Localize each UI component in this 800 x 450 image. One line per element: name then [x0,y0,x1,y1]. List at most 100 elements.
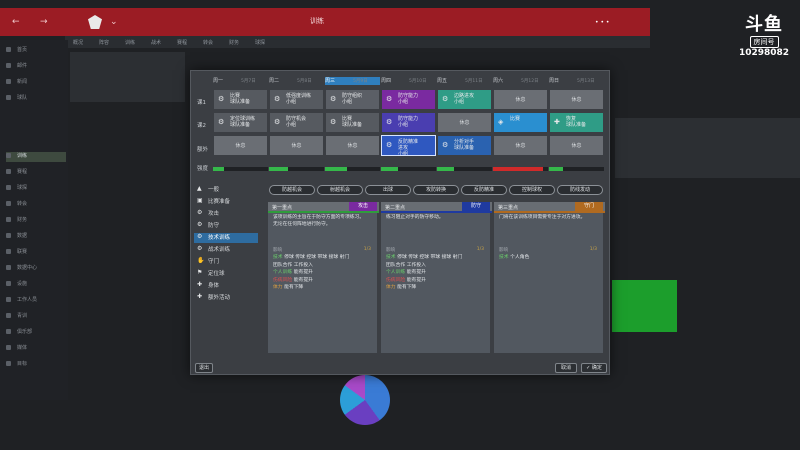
training-schedule-dialog: 周一 5月7日 周二 5月8日 周三 5月9日 周四 5月10日 周五 5月11日 周六 5… [190,70,610,375]
forward-arrow-icon[interactable]: → [40,17,48,27]
sidebar-item[interactable]: 首页 [6,46,66,56]
sidebar-item[interactable]: 数据 [6,232,66,242]
schedule-cell-rest[interactable]: 休息 [325,135,380,156]
schedule-cell-rest[interactable]: 休息 [269,135,324,156]
facility-icon [6,281,11,286]
category-item[interactable]: ⚑ 定位球 [194,269,258,279]
intensity-bar-fill [325,167,347,171]
attr-row: 技术 停球 传球 控球 带球 接球 射门 [386,255,463,260]
panel-tag: 攻击 [349,202,377,211]
sidebar: 首页 邮件 新闻 球队 训练 赛程 球探 转会 财务 数据 联赛 数据中心 设施… [0,40,68,400]
sidebar-item[interactable]: 联赛 [6,248,66,258]
category-item[interactable]: ⚙ 战术训练 [194,245,258,255]
row-label-intensity: 强度 [197,166,209,172]
sidebar-item[interactable]: 媒体 [6,344,66,354]
background-green-panel [612,280,677,332]
schedule-cell-rest[interactable]: 休息 [493,89,548,110]
intensity-bar [213,167,268,171]
subnav-tab[interactable]: 转会 [203,39,213,46]
sidebar-item[interactable]: 俱乐部 [6,328,66,338]
category-item[interactable]: ▣ 比赛准备 [194,197,258,207]
sidebar-item[interactable]: 球探 [6,184,66,194]
drill-button[interactable]: 控制球权 [509,185,555,195]
schedule-cell[interactable]: ⚙ 防守能力 小组 [381,112,436,133]
sidebar-item[interactable]: 转会 [6,200,66,210]
intensity-bar [493,167,548,171]
back-arrow-icon[interactable]: ← [12,17,20,27]
subnav-tab[interactable]: 阵容 [99,39,109,46]
category-item-active[interactable]: ⚙ 技术训练 [194,233,258,243]
intensity-bar-fill [549,167,563,171]
exit-button[interactable]: 退出 [195,363,213,373]
watermark-room-number: 10298082 [738,48,790,58]
schedule-cell[interactable]: ⚙ 比赛 球队准备 [213,89,268,110]
background-panel [70,52,185,102]
schedule-cell-selected[interactable]: ⚙ 反防精准 进攻 小组 [381,135,436,156]
sidebar-item[interactable]: 青训 [6,312,66,322]
youth-icon [6,313,11,318]
category-item[interactable]: ▲ 一般 [194,185,258,195]
intensity-bar [325,167,380,171]
schedule-cell[interactable]: ⚙ 防守能力 小组 [381,89,436,110]
drill-button[interactable]: 防线发动 [557,185,603,195]
schedule-cell-rest[interactable]: 休息 [549,89,604,110]
sidebar-item[interactable]: 邮件 [6,62,66,72]
attr-row: 体力 能有下降 [386,285,417,290]
sidebar-item[interactable]: 球队 [6,94,66,104]
training-icon: ⚙ [274,95,281,103]
schedule-cell-rest[interactable]: 休息 [549,135,604,156]
drill-button[interactable]: 反防精准 [461,185,507,195]
schedule-cell[interactable]: ⚙ 防守组织 小组 [325,89,380,110]
team-icon [6,95,11,100]
subnav-tab[interactable]: 赛程 [177,39,187,46]
schedule-cell[interactable]: ⚙ 低强度训练 小组 [269,89,324,110]
drill-button[interactable]: 攻防转换 [413,185,459,195]
day-header: 周日 5月13日 [549,78,595,84]
sidebar-item[interactable]: 数据中心 [6,264,66,274]
drill-button[interactable]: 出球 [365,185,411,195]
subnav-tab[interactable]: 财务 [229,39,239,46]
subnav-tab[interactable]: 球探 [255,39,265,46]
day-header: 周六 5月12日 [493,78,539,84]
sidebar-item-training[interactable]: 训练 [6,152,66,162]
schedule-cell[interactable]: ⚙ 定位球训练 球队准备 [213,112,268,133]
subnav-tab[interactable]: 战术 [151,39,161,46]
drill-button[interactable]: 射越机会 [317,185,363,195]
row-label-session2: 课2 [197,123,206,129]
category-item[interactable]: ✚ 额外活动 [194,293,258,303]
schedule-cell[interactable]: ⚙ 分析对手 球队准备 [437,135,492,156]
sidebar-item[interactable]: 赛程 [6,168,66,178]
category-item[interactable]: ⚙ 防守 [194,221,258,231]
subnav-tab[interactable]: 概况 [73,39,83,46]
cancel-button[interactable]: 取消 [555,363,577,373]
schedule-cell[interactable]: ⚙ 比赛 球队准备 [325,112,380,133]
schedule-cell-rest[interactable]: 休息 [213,135,268,156]
schedule-cell-rest[interactable]: 休息 [437,112,492,133]
sidebar-item[interactable]: 目标 [6,360,66,370]
panel-strip [381,211,492,213]
attr-row: 体力 能有下降 [273,285,304,290]
confirm-button[interactable]: ✓ 确定 [581,363,607,373]
schedule-cell-match[interactable]: ◈ 比赛 [493,112,548,133]
schedule-cell[interactable]: ⚙ 边路进攻 小组 [437,89,492,110]
schedule-cell[interactable]: ✚ 恢复 球队准备 [549,112,604,133]
chevron-down-icon[interactable]: ⌄ [110,17,118,27]
category-item[interactable]: ✚ 身体 [194,281,258,291]
club-crest-icon[interactable] [88,15,102,29]
sidebar-item[interactable]: 新闻 [6,78,66,88]
drill-button[interactable]: 防越机会 [269,185,315,195]
category-item[interactable]: ⚙ 攻击 [194,209,258,219]
sidebar-item[interactable]: 设施 [6,280,66,290]
schedule-cell[interactable]: ⚙ 防守机会 小组 [269,112,324,133]
schedule-cell-rest[interactable]: 休息 [493,135,548,156]
staff-icon [6,297,11,302]
category-item[interactable]: ✋ 守门 [194,257,258,267]
menu-icon[interactable]: • • • [595,19,615,26]
sidebar-item[interactable]: 工作人员 [6,296,66,306]
subnav-tab[interactable]: 训练 [125,39,135,46]
intensity-bar [549,167,604,171]
tactics-icon: ⚙ [197,245,203,252]
panel-strip [268,211,379,213]
intensity-bar [381,167,436,171]
sidebar-item[interactable]: 财务 [6,216,66,226]
